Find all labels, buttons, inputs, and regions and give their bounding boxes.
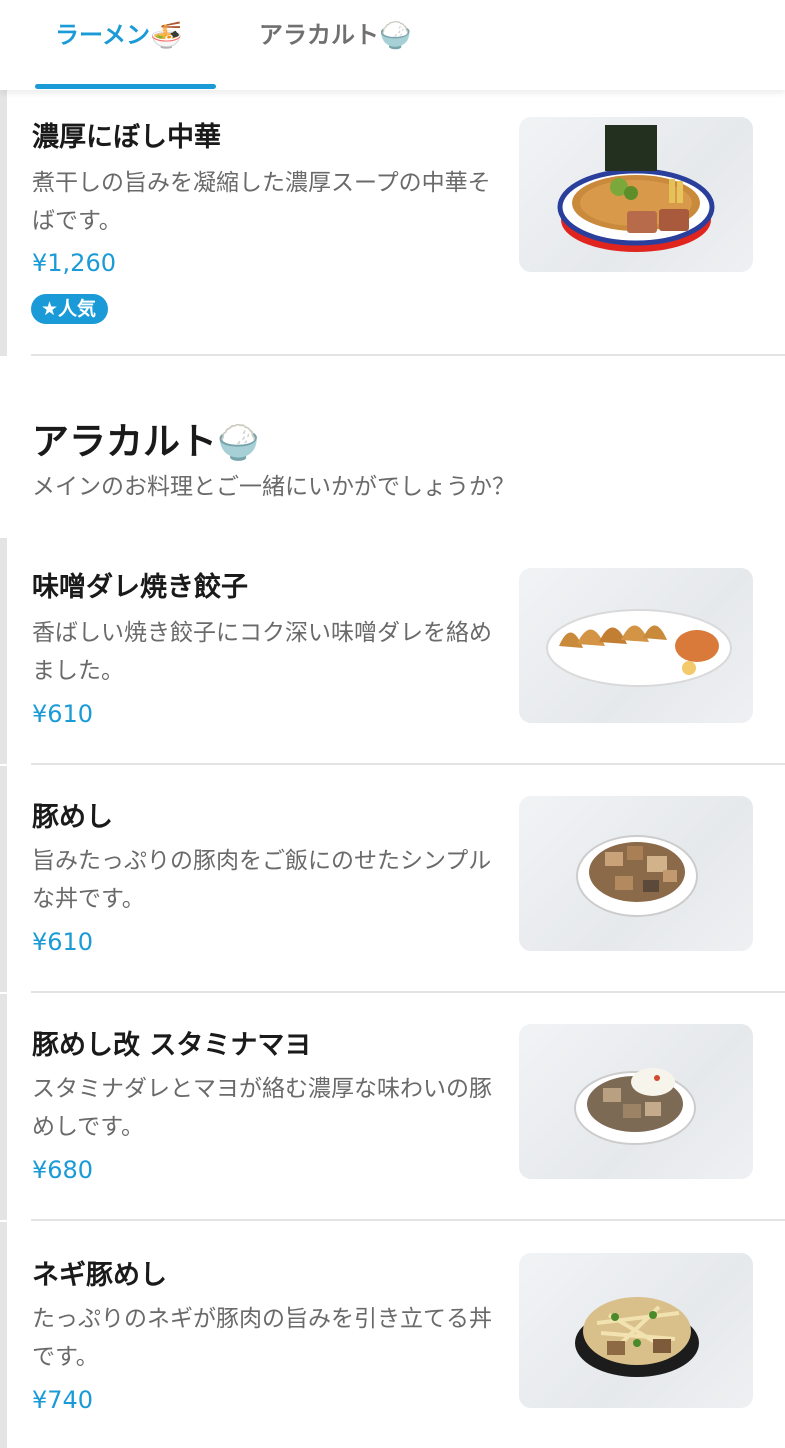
menu-item-butameshi-stamina-mayo[interactable]: 豚めし改 スタミナマヨ スタミナダレとマヨが絡む濃厚な味わいの豚めしです。 ¥6… (0, 994, 785, 1220)
negi-pork-bowl-image (575, 1297, 699, 1377)
item-description: たっぷりのネギが豚肉の旨みを引き立てる丼です。 (32, 1306, 492, 1370)
section-title-alacarte: アラカルト🍚 (32, 418, 259, 467)
section-title-text: アラカルト (32, 420, 217, 463)
menu-item-gyoza[interactable]: 味噌ダレ焼き餃子 香ばしい焼き餃子にコク深い味噌ダレを絡めました。 ¥610 (0, 538, 785, 764)
item-price: ¥740 (32, 1386, 94, 1414)
item-divider (31, 763, 785, 765)
item-description: スタミナダレとマヨが絡む濃厚な味わいの豚めしです。 (32, 1076, 492, 1140)
pork-rice-bowl-image (576, 835, 698, 917)
item-description: 旨みたっぷりの豚肉をご飯にのせたシンプルな丼です。 (32, 848, 492, 912)
item-name: 味噌ダレ焼き餃子 (32, 572, 248, 603)
tab-ramen-label: ラーメン (55, 21, 151, 49)
ramen-bowl-image (557, 125, 715, 252)
item-photo-ramen[interactable] (519, 117, 753, 272)
category-tab-bar: ラーメン🍜 アラカルト🍚 (0, 0, 785, 90)
stamina-mayo-bowl-image (574, 1068, 696, 1145)
item-price: ¥1,260 (32, 249, 116, 277)
active-tab-indicator (35, 84, 216, 89)
item-divider (31, 1219, 785, 1221)
item-description: 香ばしい焼き餃子にコク深い味噌ダレを絡めました。 (32, 620, 492, 684)
item-name: 豚めし (32, 802, 113, 833)
menu-item-negi-butameshi[interactable]: ネギ豚めし たっぷりのネギが豚肉の旨みを引き立てる丼です。 ¥740 (0, 1222, 785, 1448)
rice-bowl-icon: 🍚 (379, 21, 412, 51)
ramen-icon: 🍜 (150, 21, 183, 51)
item-photo-negi-butameshi[interactable] (519, 1253, 753, 1408)
menu-item-butameshi[interactable]: 豚めし 旨みたっぷりの豚肉をご飯にのせたシンプルな丼です。 ¥610 (0, 766, 785, 992)
gyoza-plate-image (546, 609, 732, 687)
tab-ramen[interactable]: ラーメン🍜 (55, 18, 182, 52)
tab-alacarte[interactable]: アラカルト🍚 (259, 18, 411, 52)
item-name: 濃厚にぼし中華 (32, 122, 221, 153)
item-name: 豚めし改 スタミナマヨ (32, 1030, 312, 1061)
item-price: ¥610 (32, 928, 94, 956)
item-name: ネギ豚めし (32, 1260, 167, 1291)
popular-badge: ★人気 (31, 294, 109, 324)
item-divider (31, 991, 785, 993)
tab-alacarte-label: アラカルト (259, 21, 379, 49)
section-description: メインのお料理とご一緒にいかがでしょうか？ (32, 474, 515, 500)
menu-item-noukou-niboshi[interactable]: 濃厚にぼし中華 煮干しの旨みを凝縮した濃厚スープの中華そばです。 ¥1,260 … (0, 90, 785, 356)
item-photo-stamina-mayo[interactable] (519, 1024, 753, 1179)
item-divider (31, 354, 785, 356)
item-photo-gyoza[interactable] (519, 568, 753, 723)
item-description: 煮干しの旨みを凝縮した濃厚スープの中華そばです。 (32, 170, 491, 234)
item-price: ¥610 (32, 700, 94, 728)
item-price: ¥680 (32, 1156, 94, 1184)
item-photo-butameshi[interactable] (519, 796, 753, 951)
rice-bowl-icon: 🍚 (217, 423, 260, 463)
